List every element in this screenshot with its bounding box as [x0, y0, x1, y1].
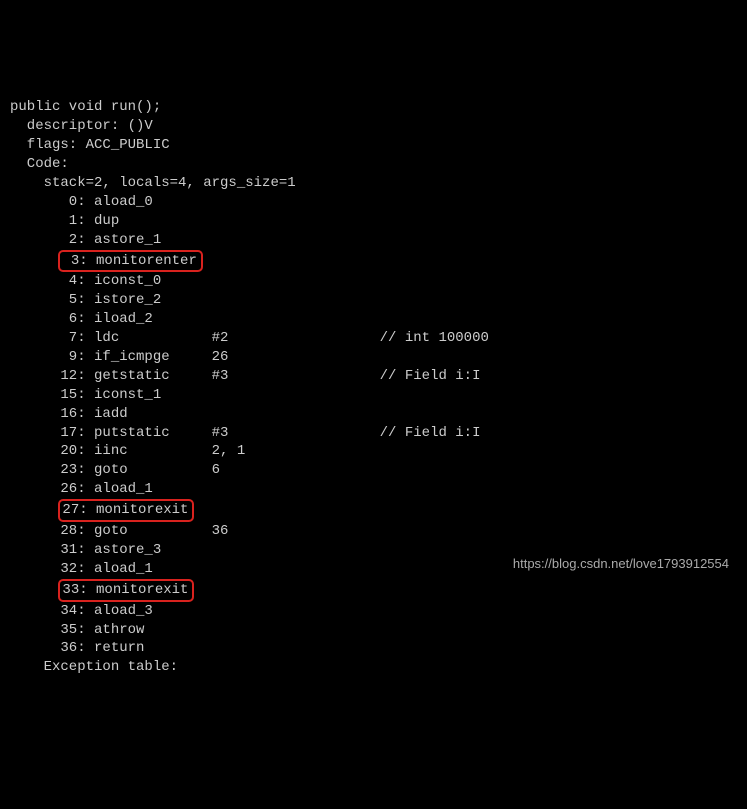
flags-line: flags: ACC_PUBLIC [10, 137, 170, 153]
instr-9: 9: if_icmpge 26 [10, 349, 228, 365]
code-label: Code: [10, 156, 69, 172]
stack-locals-line: stack=2, locals=4, args_size=1 [10, 175, 296, 191]
instr-20: 20: iinc 2, 1 [10, 443, 245, 459]
instr-2: 2: astore_1 [10, 232, 161, 248]
instr-16: 16: iadd [10, 406, 128, 422]
bytecode-listing: public void run(); descriptor: ()V flags… [10, 80, 747, 678]
instr-33-monitorexit-highlight: 33: monitorexit [58, 579, 194, 602]
instr-15: 15: iconst_1 [10, 387, 161, 403]
instr-36: 36: return [10, 640, 144, 656]
instr-26: 26: aload_1 [10, 481, 153, 497]
instr-27-monitorexit-highlight: 27: monitorexit [58, 499, 194, 522]
descriptor-line: descriptor: ()V [10, 118, 153, 134]
instr-17: 17: putstatic #3 // Field i:I [10, 425, 480, 441]
method-signature: public void run(); [10, 99, 161, 115]
instr-6: 6: iload_2 [10, 311, 153, 327]
instr-34: 34: aload_3 [10, 603, 153, 619]
instr-28: 28: goto 36 [10, 523, 228, 539]
pad [10, 502, 60, 518]
exception-table-label: Exception table: [10, 659, 178, 675]
instr-12: 12: getstatic #3 // Field i:I [10, 368, 480, 384]
instr-3-monitorenter-highlight: 3: monitorenter [58, 250, 202, 273]
instr-0: 0: aload_0 [10, 194, 153, 210]
pad [10, 582, 60, 598]
instr-7: 7: ldc #2 // int 100000 [10, 330, 489, 346]
pad [10, 253, 60, 269]
instr-5: 5: istore_2 [10, 292, 161, 308]
instr-35: 35: athrow [10, 622, 144, 638]
instr-31: 31: astore_3 [10, 542, 161, 558]
instr-23: 23: goto 6 [10, 462, 220, 478]
instr-1: 1: dup [10, 213, 119, 229]
watermark: https://blog.csdn.net/love1793912554 [513, 555, 729, 573]
instr-32: 32: aload_1 [10, 561, 153, 577]
instr-4: 4: iconst_0 [10, 273, 161, 289]
